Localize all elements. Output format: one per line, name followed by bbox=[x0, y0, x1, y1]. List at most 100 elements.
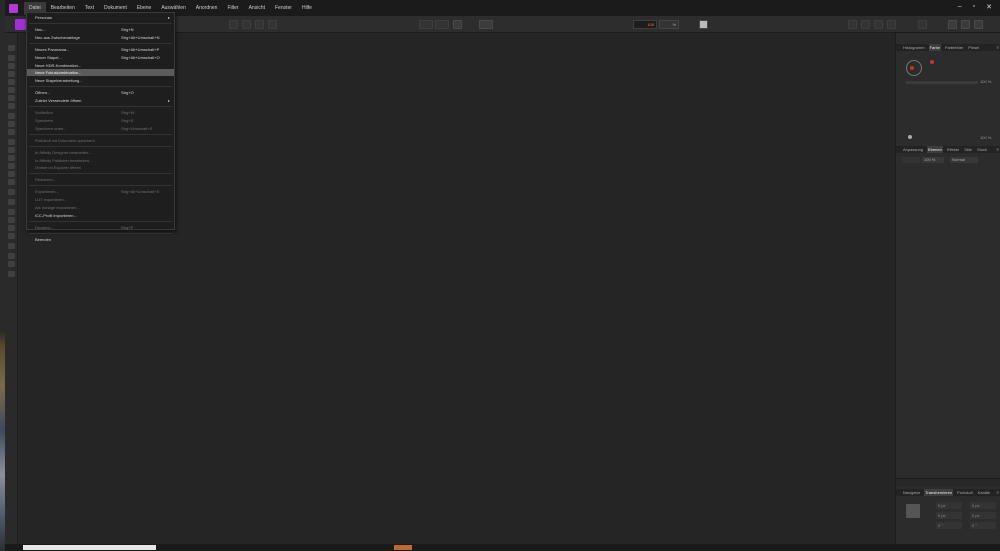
layers-tab-4[interactable]: Stile bbox=[963, 146, 973, 153]
file-menu-item[interactable]: Schließen Strg+W bbox=[27, 109, 174, 116]
transform-tab-4[interactable]: Kanäle bbox=[977, 489, 991, 496]
color-tab-1[interactable]: Histogramm bbox=[902, 44, 926, 51]
toolbar-button-14[interactable] bbox=[918, 20, 927, 29]
layers-tab-5[interactable]: Stock bbox=[976, 146, 988, 153]
minimize-icon[interactable]: – bbox=[958, 3, 962, 11]
tool-icon-4[interactable] bbox=[8, 71, 15, 77]
toolbar-button-4[interactable] bbox=[268, 20, 277, 29]
menu-hilfe[interactable]: Hilfe bbox=[297, 2, 317, 15]
file-menu-item[interactable]: Platzieren... bbox=[27, 176, 174, 183]
layers-tab-3[interactable]: Effekte bbox=[946, 146, 960, 153]
toolbar-button-10[interactable] bbox=[848, 20, 857, 29]
file-menu-item[interactable]: Zuletzt Verwendete öffnen ▸ bbox=[27, 97, 174, 104]
tool-icon-14[interactable] bbox=[8, 155, 15, 161]
file-menu-item[interactable]: Protokoll mit Dokument speichern bbox=[27, 137, 174, 144]
toolbar-button-9[interactable] bbox=[699, 20, 708, 29]
toolbar-button-13[interactable] bbox=[887, 20, 896, 29]
tool-icon-11[interactable] bbox=[8, 129, 15, 135]
x-field[interactable]: 0 px bbox=[936, 502, 962, 509]
tool-icon-21[interactable] bbox=[8, 217, 15, 223]
tool-icon-8[interactable] bbox=[8, 103, 15, 109]
tool-icon-7[interactable] bbox=[8, 95, 15, 101]
y-field[interactable]: 0 px bbox=[936, 512, 962, 519]
tool-icon-27[interactable] bbox=[8, 271, 15, 277]
menu-fenster[interactable]: Fenster bbox=[270, 2, 297, 15]
file-menu-item[interactable]: Beenden bbox=[27, 236, 174, 243]
menu-filter[interactable]: Filter bbox=[222, 2, 243, 15]
toolbar-button-17[interactable] bbox=[974, 20, 983, 29]
file-menu-item[interactable]: Neu... Strg+N bbox=[27, 26, 174, 33]
maximize-icon[interactable]: ▫ bbox=[973, 3, 975, 11]
file-menu-item[interactable]: Neue Stapelverarbeitung... bbox=[27, 77, 174, 84]
tool-icon-13[interactable] bbox=[8, 147, 15, 153]
layers-tab-2[interactable]: Ebenen bbox=[927, 146, 943, 153]
panel-menu-icon[interactable]: ≡ bbox=[997, 45, 999, 50]
zoom-unit-dropdown[interactable]: % bbox=[659, 20, 679, 29]
layers-mode-field[interactable] bbox=[902, 157, 920, 163]
tool-icon-12[interactable] bbox=[8, 139, 15, 145]
tool-icon-23[interactable] bbox=[8, 233, 15, 239]
primary-color-swatch[interactable] bbox=[910, 66, 914, 70]
tool-icon-15[interactable] bbox=[8, 163, 15, 169]
color-tab-3[interactable]: Farbfelder bbox=[944, 44, 964, 51]
transform-tab-1[interactable]: Navigator bbox=[902, 489, 921, 496]
toolbar-button-7[interactable] bbox=[453, 20, 462, 29]
toolbar-button-6[interactable] bbox=[435, 20, 449, 29]
h-field[interactable]: 0 px bbox=[970, 512, 996, 519]
file-menu-item[interactable]: Speichern Strg+S bbox=[27, 117, 174, 124]
w-field[interactable]: 0 px bbox=[970, 502, 996, 509]
photo-persona-icon[interactable] bbox=[15, 19, 26, 30]
picker-icon[interactable] bbox=[908, 135, 912, 139]
toolbar-button-2[interactable] bbox=[242, 20, 251, 29]
zoom-field[interactable]: 100 bbox=[633, 20, 657, 29]
rotation-field[interactable]: 0 ° bbox=[936, 522, 962, 529]
file-menu-item[interactable]: Öffnen... Strg+O bbox=[27, 89, 174, 96]
toolbar-button-15[interactable] bbox=[948, 20, 957, 29]
file-menu-item[interactable]: LUT exportieren... bbox=[27, 196, 174, 203]
tool-icon-3[interactable] bbox=[8, 63, 15, 69]
toolbar-button-8[interactable] bbox=[479, 20, 493, 29]
file-menu-item[interactable]: Neu aus Zwischenablage Strg+Alt+Umschalt+… bbox=[27, 34, 174, 41]
file-menu-item[interactable]: In Affinity Designer bearbeiten... bbox=[27, 149, 174, 156]
close-icon[interactable]: ✕ bbox=[986, 3, 992, 11]
tool-icon-5[interactable] bbox=[8, 79, 15, 85]
file-menu-item[interactable]: Speichern unter... Strg+Umschalt+S bbox=[27, 125, 174, 132]
layers-opacity-field[interactable]: 100 % bbox=[922, 157, 944, 163]
file-menu-item[interactable]: Personas ▸ bbox=[27, 14, 174, 21]
opacity-slider[interactable] bbox=[906, 81, 978, 84]
tool-icon-17[interactable] bbox=[8, 179, 15, 185]
tool-icon-16[interactable] bbox=[8, 171, 15, 177]
transform-tab-2[interactable]: Transformieren bbox=[924, 489, 954, 496]
tool-icon-1[interactable] bbox=[8, 45, 15, 51]
tool-icon-22[interactable] bbox=[8, 225, 15, 231]
shear-field[interactable]: 0 ° bbox=[970, 522, 996, 529]
blend-mode-dropdown[interactable]: Normal bbox=[950, 157, 978, 163]
file-menu-item[interactable]: Neue HDR-Kombination... bbox=[27, 62, 174, 69]
toolbar-button-12[interactable] bbox=[874, 20, 883, 29]
file-menu-item[interactable]: Als Vorlage exportieren... bbox=[27, 204, 174, 211]
file-menu-item[interactable]: Neue Fokuskombination... bbox=[27, 69, 174, 77]
panel-menu-icon[interactable]: ≡ bbox=[997, 490, 999, 495]
tool-icon-26[interactable] bbox=[8, 261, 15, 267]
toolbar-button-1[interactable] bbox=[229, 20, 238, 29]
color-tab-4[interactable]: Pinsel bbox=[967, 44, 980, 51]
file-menu-item[interactable]: Neues Panorama... Strg+Alt+Umschalt+P bbox=[27, 46, 174, 53]
color-wheel-icon[interactable] bbox=[906, 60, 922, 76]
menu-ansicht[interactable]: Ansicht bbox=[244, 2, 270, 15]
file-menu-item[interactable]: Drucken... Strg+P bbox=[27, 224, 174, 231]
color-tab-2[interactable]: Farbe bbox=[928, 44, 942, 51]
toolbar-button-5[interactable] bbox=[419, 20, 433, 29]
tool-icon-24[interactable] bbox=[8, 243, 15, 249]
file-menu-item[interactable]: In Affinity Publisher bearbeiten... bbox=[27, 157, 174, 164]
tool-icon-9[interactable] bbox=[8, 113, 15, 119]
tool-icon-19[interactable] bbox=[8, 199, 15, 205]
tool-icon-6[interactable] bbox=[8, 87, 15, 93]
toolbar-button-3[interactable] bbox=[255, 20, 264, 29]
tool-icon-25[interactable] bbox=[8, 253, 15, 259]
layers-tab-1[interactable]: Anpassung bbox=[902, 146, 924, 153]
anchor-point-icon[interactable] bbox=[906, 504, 920, 518]
file-menu-item[interactable]: Exportieren... Strg+Alt+Umschalt+S bbox=[27, 188, 174, 195]
tool-icon-10[interactable] bbox=[8, 121, 15, 127]
tool-icon-20[interactable] bbox=[8, 209, 15, 215]
file-menu-item[interactable]: Ordner im Explorer öffnen bbox=[27, 164, 174, 171]
